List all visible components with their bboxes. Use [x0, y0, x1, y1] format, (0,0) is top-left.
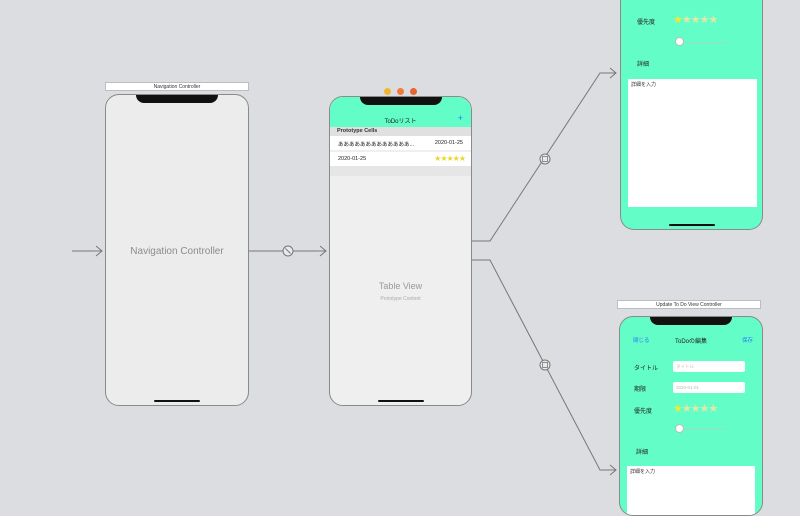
cell-date: 2020-01-25 [338, 156, 367, 162]
table-row[interactable]: 2020-01-25 ★★★★★ [330, 152, 471, 166]
priority-label: 優先度 [637, 20, 656, 26]
scene-dock [384, 82, 424, 95]
details-textarea[interactable]: 詳細を入力 [627, 466, 755, 515]
prototype-cells-header: Prototype Cells [330, 127, 471, 136]
add-icon[interactable]: + [458, 113, 463, 123]
details-label: 詳細 [637, 62, 650, 68]
title-input[interactable]: タイトル [673, 361, 745, 372]
details-textarea[interactable]: 詳細を入力 [628, 79, 757, 207]
table-row[interactable]: あああああああああああああ... 2020-01-25 [330, 136, 471, 150]
home-indicator [668, 224, 715, 226]
nav-title: ToDoの編集 [674, 339, 707, 345]
priority-star-icons[interactable]: ★★★★★ [673, 13, 718, 26]
device-notch [359, 97, 442, 105]
add-todo-scene[interactable]: 優先度 ★★★★★ 詳細 詳細を入力 [620, 0, 763, 230]
table-view-subtitle: Prototype Content [380, 296, 421, 302]
details-label: 詳細 [636, 450, 649, 456]
table-view-title: Table View [378, 281, 423, 291]
scene-title-nav[interactable]: Navigation Controller [105, 82, 249, 91]
table-view-controller-scene[interactable]: ToDoリスト + Prototype Cells あああああああああああああ.… [329, 96, 472, 406]
relationship-segue-icon[interactable] [282, 245, 294, 257]
priority-slider[interactable] [675, 424, 684, 433]
home-indicator [377, 400, 424, 402]
device-notch [650, 317, 732, 325]
deadline-input[interactable]: 2020-01-01 [673, 382, 745, 393]
table-footer [330, 166, 471, 176]
nav-controller-title: Navigation Controller [130, 246, 224, 257]
home-indicator [154, 400, 200, 402]
priority-slider-track [677, 42, 727, 43]
priority-slider-track [678, 429, 726, 430]
exit-icon[interactable] [410, 88, 417, 95]
priority-label: 優先度 [634, 409, 653, 415]
deadline-label: 期限 [634, 387, 647, 393]
save-button[interactable]: 保存 [742, 336, 753, 344]
cell-title: あああああああああああああ... [338, 142, 415, 148]
view-controller-icon[interactable] [384, 88, 391, 95]
priority-star-icons[interactable]: ★★★★★ [673, 402, 718, 415]
device-notch [136, 95, 218, 103]
update-todo-scene[interactable]: 閉じる ToDoの編集 保存 タイトル タイトル 期限 2020-01-01 優… [619, 316, 763, 516]
nav-title: ToDoリスト [384, 119, 417, 125]
first-responder-icon[interactable] [397, 88, 404, 95]
priority-slider[interactable] [675, 37, 684, 46]
title-label: タイトル [634, 366, 659, 372]
scene-title-update[interactable]: Update To Do View Controller [617, 300, 761, 309]
cell-date: 2020-01-25 [434, 140, 463, 146]
star-icon: ★★★★★ [434, 154, 466, 163]
navigation-controller-scene[interactable]: Navigation Controller [105, 94, 249, 406]
show-segue-icon[interactable] [539, 153, 551, 165]
show-segue-icon[interactable] [539, 359, 551, 371]
